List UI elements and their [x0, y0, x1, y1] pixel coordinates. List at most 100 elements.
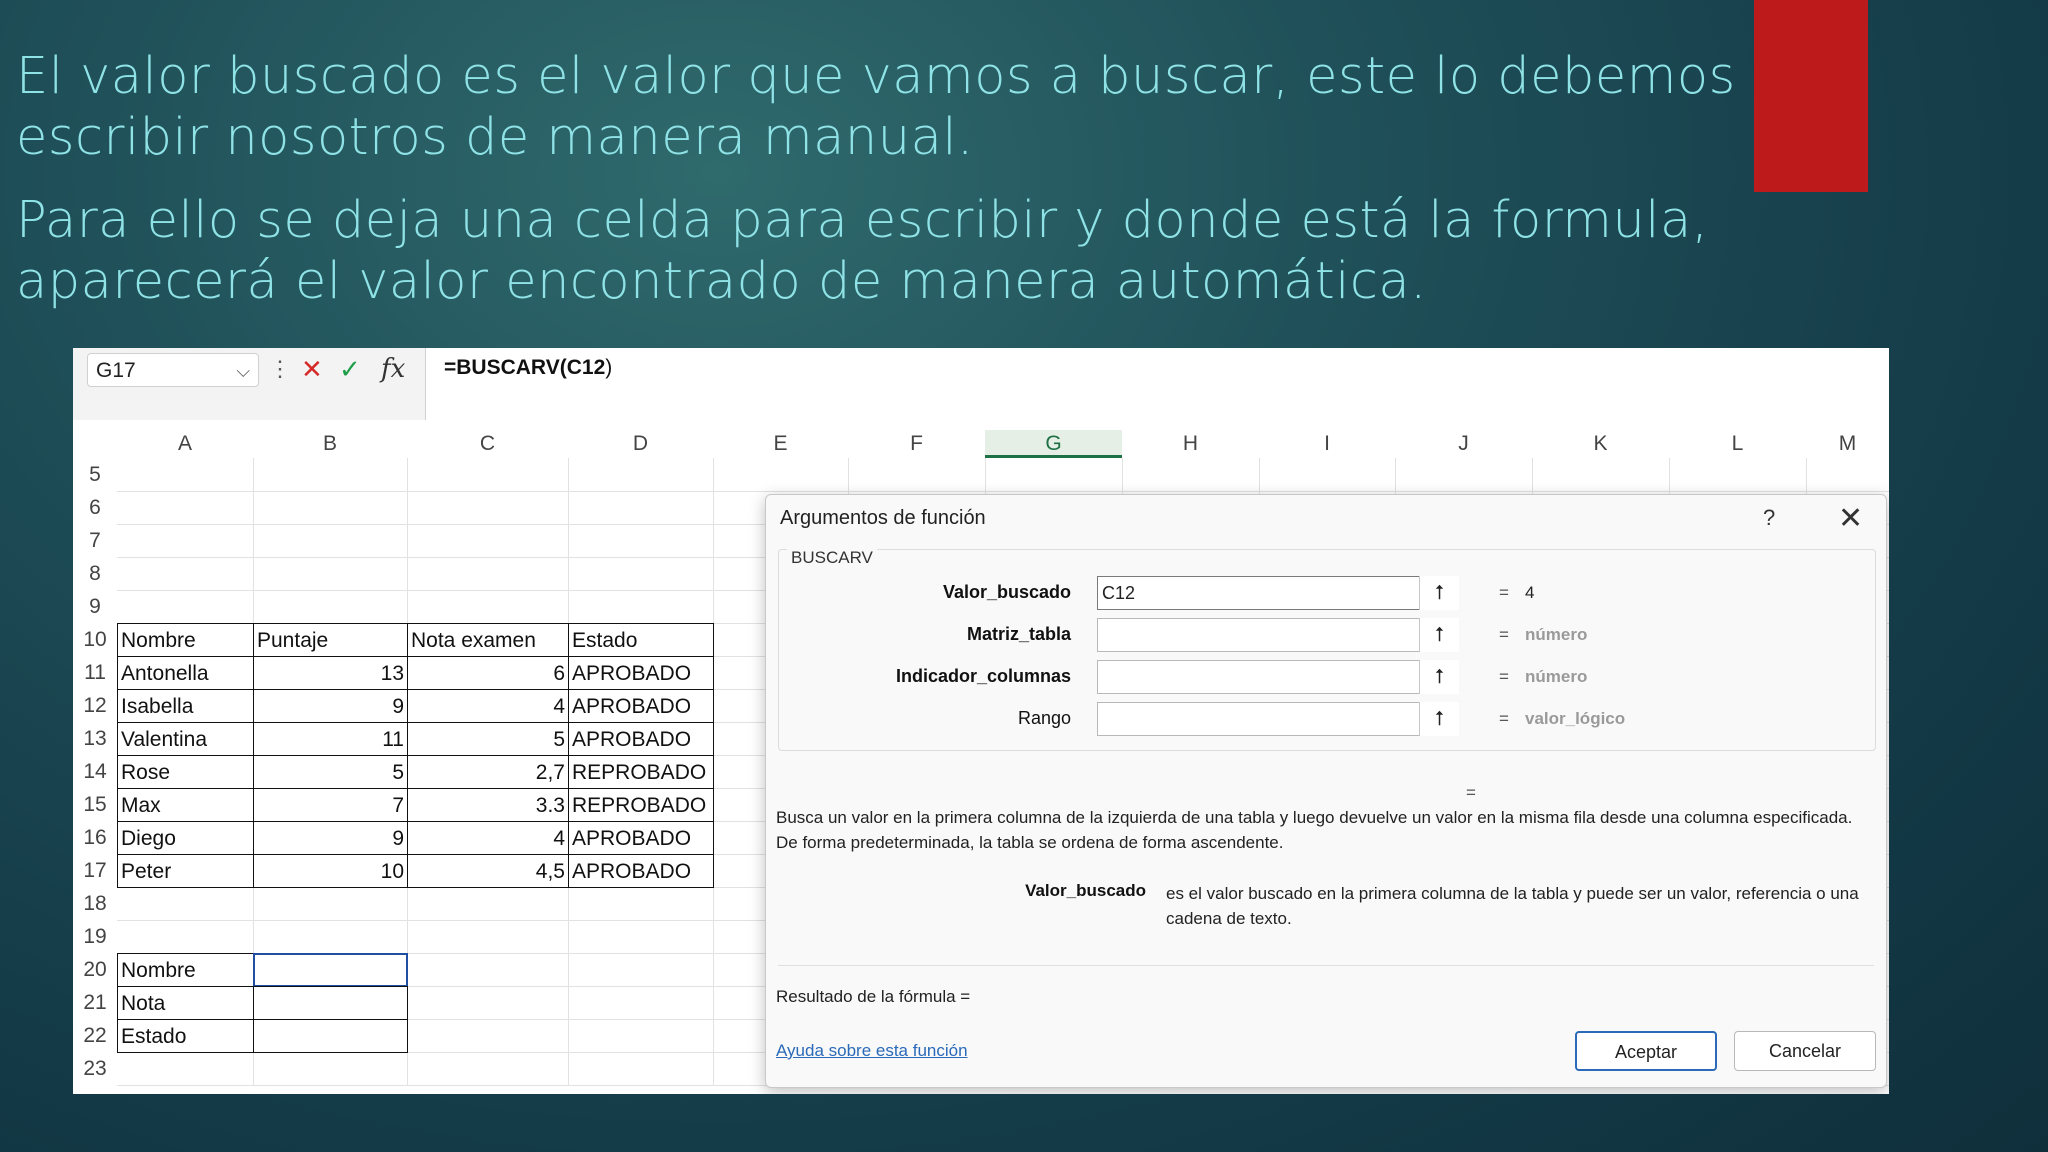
table-cell[interactable]: APROBADO — [568, 854, 714, 888]
row-number-23[interactable]: 23 — [73, 1052, 117, 1085]
lookup-label-cell[interactable]: Estado — [117, 1019, 254, 1053]
table-cell[interactable]: 4 — [407, 821, 569, 855]
formula-result: Resultado de la fórmula = — [776, 987, 971, 1006]
row-number-16[interactable]: 16 — [73, 821, 117, 854]
table-cell[interactable]: Isabella — [117, 689, 254, 723]
column-header-m[interactable]: M — [1806, 430, 1889, 458]
table-header-cell[interactable]: Puntaje — [253, 623, 408, 657]
table-header-cell[interactable]: Nota examen — [407, 623, 569, 657]
divider — [778, 965, 1874, 966]
param-description: es el valor buscado en la primera column… — [1166, 884, 1859, 928]
table-cell[interactable]: 5 — [253, 755, 408, 789]
column-header-j[interactable]: J — [1395, 430, 1532, 458]
gridline-row — [117, 491, 1889, 492]
row-number-19[interactable]: 19 — [73, 920, 117, 953]
table-cell[interactable]: Valentina — [117, 722, 254, 756]
column-header-g[interactable]: G — [985, 430, 1122, 458]
arg-input-2[interactable] — [1097, 660, 1459, 694]
collapse-dialog-icon[interactable]: ⭡ — [1419, 660, 1459, 694]
chevron-down-icon[interactable]: ⌵ — [236, 354, 250, 388]
column-header-i[interactable]: I — [1259, 430, 1395, 458]
row-number-6[interactable]: 6 — [73, 491, 117, 524]
row-number-8[interactable]: 8 — [73, 557, 117, 590]
table-cell[interactable]: 9 — [253, 821, 408, 855]
column-header-e[interactable]: E — [713, 430, 848, 458]
lookup-label-cell[interactable]: Nota — [117, 986, 254, 1020]
arguments-group: BUSCARV Valor_buscado C12 ⭡ = 4 Matriz_tabla ⭡… — [778, 548, 1876, 751]
row-number-5[interactable]: 5 — [73, 458, 117, 491]
slide-paragraph-2: Para ello se deja una celda para escribi… — [16, 191, 1709, 311]
table-cell[interactable]: Rose — [117, 755, 254, 789]
row-number-20[interactable]: 20 — [73, 953, 117, 986]
row-number-11[interactable]: 11 — [73, 656, 117, 689]
table-cell[interactable]: APROBADO — [568, 821, 714, 855]
column-header-d[interactable]: D — [568, 430, 713, 458]
table-cell[interactable]: 13 — [253, 656, 408, 690]
row-number-22[interactable]: 22 — [73, 1019, 117, 1052]
row-number-21[interactable]: 21 — [73, 986, 117, 1019]
column-header-b[interactable]: B — [253, 430, 407, 458]
table-header-cell[interactable]: Nombre — [117, 623, 254, 657]
table-cell[interactable]: 9 — [253, 689, 408, 723]
table-cell[interactable]: APROBADO — [568, 722, 714, 756]
formula-input[interactable]: =BUSCARV(C12) — [425, 348, 1889, 420]
row-number-13[interactable]: 13 — [73, 722, 117, 755]
collapse-dialog-icon[interactable]: ⭡ — [1419, 576, 1459, 610]
table-cell[interactable]: 6 — [407, 656, 569, 690]
row-number-18[interactable]: 18 — [73, 887, 117, 920]
arg-input-1[interactable] — [1097, 618, 1459, 652]
table-cell[interactable]: Peter — [117, 854, 254, 888]
table-cell[interactable]: REPROBADO — [568, 755, 714, 789]
column-header-a[interactable]: A — [117, 430, 253, 458]
table-cell[interactable]: 2,7 — [407, 755, 569, 789]
row-number-10[interactable]: 10 — [73, 623, 117, 656]
lookup-input-cell[interactable] — [253, 1019, 408, 1053]
table-cell[interactable]: 4,5 — [407, 854, 569, 888]
lookup-label-cell[interactable]: Nombre — [117, 953, 254, 987]
table-cell[interactable]: APROBADO — [568, 689, 714, 723]
table-header-cell[interactable]: Estado — [568, 623, 714, 657]
confirm-check-icon[interactable]: ✓ — [339, 354, 361, 384]
table-cell[interactable]: Diego — [117, 821, 254, 855]
column-header-f[interactable]: F — [848, 430, 985, 458]
help-icon[interactable]: ? — [1763, 505, 1775, 531]
row-number-14[interactable]: 14 — [73, 755, 117, 788]
collapse-dialog-icon[interactable]: ⭡ — [1419, 702, 1459, 736]
table-cell[interactable]: 5 — [407, 722, 569, 756]
column-header-l[interactable]: L — [1669, 430, 1806, 458]
cancel-icon[interactable]: ✕ — [301, 354, 323, 384]
arg-input-0[interactable]: C12 — [1097, 576, 1459, 610]
name-box[interactable]: G17 ⌵ — [87, 353, 259, 387]
row-number-9[interactable]: 9 — [73, 590, 117, 623]
arg-input-3[interactable] — [1097, 702, 1459, 736]
decorative-red-block — [1754, 0, 1868, 192]
function-arguments-dialog: Argumentos de función ? ✕ BUSCARV Valor_… — [765, 494, 1887, 1088]
cancel-button[interactable]: Cancelar — [1734, 1031, 1876, 1071]
close-icon[interactable]: ✕ — [1838, 501, 1863, 536]
help-link[interactable]: Ayuda sobre esta función — [776, 1041, 968, 1061]
table-cell[interactable]: 11 — [253, 722, 408, 756]
lookup-input-cell-selected[interactable] — [253, 953, 408, 987]
column-header-h[interactable]: H — [1122, 430, 1259, 458]
table-cell[interactable]: APROBADO — [568, 656, 714, 690]
insert-function-icon[interactable]: fx — [381, 354, 405, 384]
table-cell[interactable]: 10 — [253, 854, 408, 888]
collapse-dialog-icon[interactable]: ⭡ — [1419, 618, 1459, 652]
table-cell[interactable]: Antonella — [117, 656, 254, 690]
row-number-15[interactable]: 15 — [73, 788, 117, 821]
row-number-12[interactable]: 12 — [73, 689, 117, 722]
table-cell[interactable]: 3.3 — [407, 788, 569, 822]
table-cell[interactable]: 4 — [407, 689, 569, 723]
arg-equals-2: = — [1499, 667, 1509, 686]
excel-screenshot: G17 ⌵ ⋮ ✕ ✓ fx =BUSCARV(C12) ABCDEFGHIJK… — [73, 348, 1889, 1094]
column-header-c[interactable]: C — [407, 430, 568, 458]
ok-button[interactable]: Aceptar — [1575, 1031, 1717, 1071]
table-cell[interactable]: 7 — [253, 788, 408, 822]
table-cell[interactable]: Max — [117, 788, 254, 822]
table-cell[interactable]: REPROBADO — [568, 788, 714, 822]
lookup-input-cell[interactable] — [253, 986, 408, 1020]
more-options-icon[interactable]: ⋮ — [269, 354, 291, 384]
row-number-7[interactable]: 7 — [73, 524, 117, 557]
column-header-k[interactable]: K — [1532, 430, 1669, 458]
row-number-17[interactable]: 17 — [73, 854, 117, 887]
